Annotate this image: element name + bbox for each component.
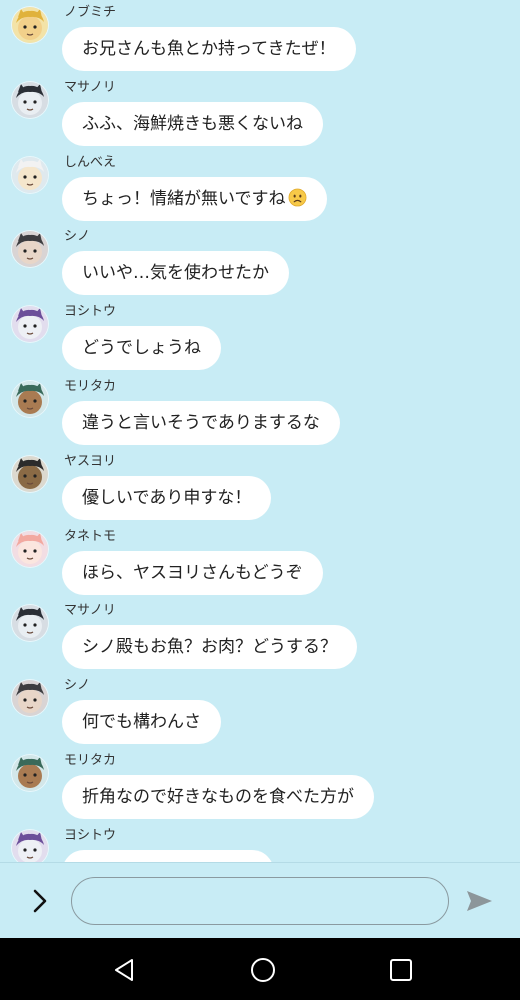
- avatar[interactable]: [12, 680, 48, 717]
- message-bubble[interactable]: ちょっ！情緒が無いですね: [62, 176, 327, 221]
- system-navigation-bar: [0, 938, 520, 1000]
- message-text: 何でも構わんさ: [82, 712, 201, 733]
- avatar[interactable]: [12, 7, 48, 43]
- chat-message: シノいいや…気を使わせたか: [0, 226, 520, 301]
- chat-message: シノ何でも構わんさ: [0, 675, 520, 750]
- back-triangle-icon: [115, 959, 133, 981]
- message-text: お兄さんも魚とか持ってきたぜ！: [82, 39, 336, 59]
- avatar[interactable]: [12, 306, 48, 343]
- message-bubble[interactable]: 優しいであり申すな！: [62, 475, 272, 520]
- recents-button[interactable]: [386, 955, 416, 985]
- chat-message-list[interactable]: ノブミチ お兄さんも魚とか持ってきたぜ！ マサノリ ふふ、海鮮焼きも悪くないね しんべえ…: [0, 0, 520, 862]
- chat-message: タネトモほら、ヤスヨリさんもどうぞ: [0, 526, 520, 601]
- message-bubble[interactable]: ふふ、海鮮焼きも悪くないね: [62, 101, 323, 146]
- chat-message: ヨシトウどうでしょうね: [0, 301, 520, 376]
- message-text: どうでしょうね: [82, 338, 201, 359]
- message-text: 違うと言いそうでありまするな: [82, 413, 320, 433]
- message-bubble[interactable]: [62, 849, 274, 862]
- message-bubble[interactable]: 違うと言いそうでありまするな: [62, 401, 340, 445]
- avatar[interactable]: [12, 381, 48, 417]
- avatar[interactable]: [12, 605, 48, 642]
- message-bubble[interactable]: 折角なので好きなものを食べた方が: [62, 775, 374, 819]
- avatar[interactable]: [12, 455, 48, 492]
- message-bubble[interactable]: 何でも構わんさ: [62, 700, 221, 745]
- sender-name: ヨシトウ: [64, 304, 117, 320]
- avatar[interactable]: [12, 530, 48, 567]
- home-circle-icon: [251, 958, 275, 982]
- message-bubble[interactable]: シノ殿もお魚？お肉？どうする？: [62, 625, 357, 670]
- chat-message: マサノリふふ、海鮮焼きも悪くないね: [0, 77, 520, 152]
- back-button[interactable]: [110, 955, 140, 985]
- message-bubble[interactable]: どうでしょうね: [62, 326, 221, 371]
- message-text: 優しいであり申すな！: [82, 487, 252, 508]
- message-bubble[interactable]: ほら、ヤスヨリさんもどうぞ: [62, 550, 323, 595]
- avatar[interactable]: [12, 156, 48, 193]
- send-icon: [467, 891, 492, 911]
- sender-name: ノブミチ: [64, 5, 117, 20]
- sender-name: シノ: [64, 229, 91, 245]
- message-input-bar: [0, 862, 520, 938]
- sender-name: シノ: [64, 678, 91, 694]
- worried-face-icon: [288, 188, 306, 207]
- sender-name: モリタカ: [64, 379, 117, 394]
- avatar[interactable]: [12, 81, 48, 118]
- sender-name: ヨシトウ: [64, 827, 117, 843]
- chat-message: ヤスヨリ優しいであり申すな！: [0, 451, 520, 526]
- expand-button[interactable]: [24, 885, 56, 917]
- chat-message: ノブミチお兄さんも魚とか持ってきたぜ！: [0, 2, 520, 77]
- message-text: 折角なので好きなものを食べた方が: [82, 787, 354, 807]
- send-button[interactable]: [462, 885, 496, 917]
- sender-name: しんべえ: [64, 154, 117, 170]
- sender-name: ヤスヨリ: [64, 453, 117, 469]
- message-text: いいや…気を使わせたか: [82, 263, 269, 284]
- chat-message: モリタカ違うと言いそうでありまするな: [0, 376, 520, 451]
- sender-name: モリタカ: [64, 753, 117, 768]
- sender-name: マサノリ: [64, 603, 116, 619]
- message-bubble[interactable]: お兄さんも魚とか持ってきたぜ！: [62, 27, 356, 71]
- chat-message: しんべえちょっ！情緒が無いですね: [0, 152, 520, 227]
- chat-message: マサノリシノ殿もお魚？お肉？どうする？: [0, 600, 520, 675]
- message-text: シノ殿もお魚？お肉？どうする？: [82, 637, 337, 658]
- message-text: ちょっ！情緒が無いですね: [82, 188, 286, 209]
- sender-name: タネトモ: [64, 528, 117, 544]
- avatar[interactable]: [12, 231, 48, 268]
- message-input[interactable]: [71, 877, 449, 925]
- avatar[interactable]: [12, 829, 48, 862]
- recents-square-icon: [390, 959, 412, 981]
- chat-message: モリタカ折角なので好きなものを食べた方が: [0, 750, 520, 825]
- message-text: ふふ、海鮮焼きも悪くないね: [82, 113, 303, 134]
- sender-name: マサノリ: [64, 79, 116, 95]
- avatar[interactable]: [12, 755, 48, 791]
- message-text: ほら、ヤスヨリさんもどうぞ: [82, 562, 303, 583]
- chat-message: ヨシトウ: [0, 825, 520, 862]
- home-button[interactable]: [248, 955, 278, 985]
- chevron-right-icon: [33, 889, 47, 913]
- message-bubble[interactable]: いいや…気を使わせたか: [62, 251, 289, 296]
